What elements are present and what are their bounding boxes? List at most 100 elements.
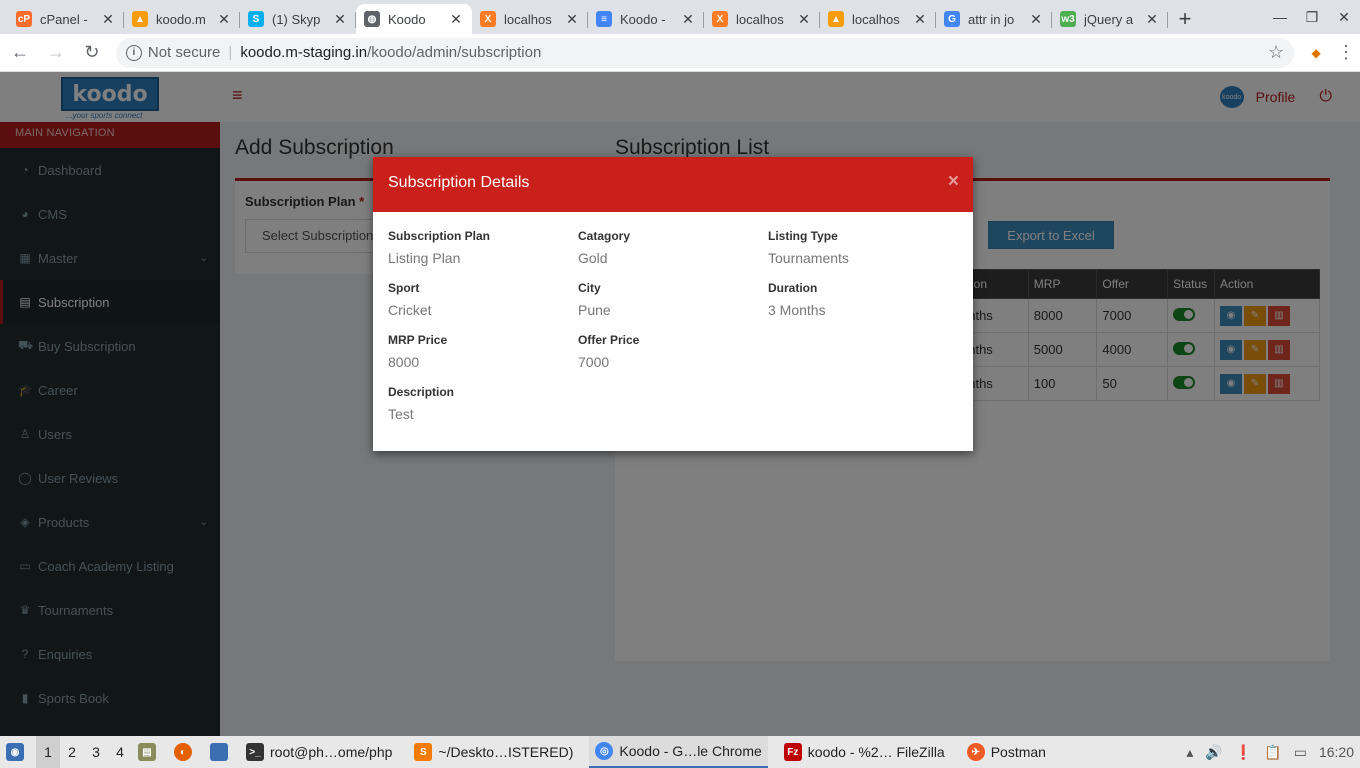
field-category: Catagory Gold <box>578 229 763 266</box>
filezilla-icon: Fz <box>783 743 802 761</box>
taskbar-window-label: koodo - %2… FileZilla <box>807 744 945 760</box>
clipboard-icon[interactable]: 📋 <box>1264 744 1281 761</box>
volume-icon[interactable]: 🔊 <box>1205 744 1222 761</box>
terminal-icon: >_ <box>246 743 264 761</box>
scroll-indicator-icon[interactable]: ▴ <box>1186 744 1193 761</box>
extension-icon[interactable]: ◆ <box>1300 37 1332 69</box>
workspace-button[interactable]: 3 <box>84 736 108 768</box>
tab-title: attr in jo <box>968 11 1015 27</box>
sublime-icon: S <box>414 743 433 761</box>
notification-icon[interactable]: ❗ <box>1235 744 1252 761</box>
field-label: Catagory <box>578 229 631 243</box>
tab-close-icon[interactable]: ✕ <box>332 11 348 28</box>
show-desktop-icon <box>210 743 228 761</box>
phpmyadmin-icon: ▲ <box>132 11 148 27</box>
firefox-icon[interactable]: ◐ <box>168 736 204 768</box>
start-menu-icon[interactable]: ◉ <box>0 736 36 768</box>
browser-tab[interactable]: ◍ Koodo ✕ <box>356 4 472 34</box>
address-bar: ← → ↻ i Not secure | koodo.m-staging.in … <box>0 34 1360 72</box>
workspace-button[interactable]: 1 <box>36 736 60 768</box>
browser-tab[interactable]: Gattr in jo ✕ <box>936 4 1052 34</box>
field-listing-type: Listing Type Tournaments <box>768 229 953 266</box>
xampp-icon: X <box>712 11 728 27</box>
cpanel-icon: cP <box>16 11 32 27</box>
url-separator: | <box>228 44 233 61</box>
close-icon[interactable]: × <box>948 171 959 193</box>
taskbar-window[interactable]: >_ root@ph…ome/php <box>240 736 398 768</box>
field-label: Subscription Plan <box>388 229 491 243</box>
tab-close-icon[interactable]: ✕ <box>680 11 696 28</box>
forward-icon[interactable]: → <box>40 37 72 69</box>
google-icon: G <box>944 11 960 27</box>
chrome-icon: ◎ <box>595 742 614 760</box>
field-sport: Sport Cricket <box>388 281 573 318</box>
tab-title: jQuery a <box>1084 11 1134 27</box>
taskbar-window[interactable]: Fz koodo - %2… FileZilla <box>778 736 951 768</box>
taskbar-window[interactable]: ◎ Koodo - G…le Chrome <box>589 736 768 768</box>
taskbar-window-label: root@ph…ome/php <box>270 744 393 760</box>
back-icon[interactable]: ← <box>4 37 36 69</box>
display-icon[interactable]: ▭ <box>1294 744 1307 761</box>
tab-title: Koodo - <box>620 11 666 27</box>
clock: 16:20 <box>1318 744 1354 760</box>
field-mrp-price: MRP Price 8000 <box>388 333 573 370</box>
tab-strip: cP cPanel - ✕ ▲ koodo.m ✕ S (1) Skyp ✕ ◍ Koodo ✕ Xlo… <box>0 0 1168 34</box>
taskbar-window[interactable]: ✈ Postman <box>961 736 1052 768</box>
workspace-button[interactable]: 2 <box>60 736 84 768</box>
field-duration: Duration 3 Months <box>768 281 953 318</box>
field-value: Gold <box>578 250 608 266</box>
subscription-details-modal: Subscription Details × Subscription Plan… <box>373 157 973 451</box>
modal-title: Subscription Details <box>388 174 530 191</box>
files-icon: ▤ <box>138 743 156 761</box>
field-label: Sport <box>388 281 420 295</box>
browser-tab[interactable]: Xlocalhos ✕ <box>472 4 588 34</box>
tab-title: koodo.m <box>156 11 206 27</box>
browser-tab[interactable]: ▲ localhos ✕ <box>820 4 936 34</box>
field-value: Cricket <box>388 302 432 318</box>
field-label: Listing Type <box>768 229 838 243</box>
browser-tab[interactable]: Xlocalhos ✕ <box>704 4 820 34</box>
tab-close-icon[interactable]: ✕ <box>1028 11 1044 28</box>
tab-close-icon[interactable]: ✕ <box>564 11 580 28</box>
tab-title: Koodo <box>388 11 426 27</box>
restore-icon[interactable]: ❐ <box>1296 0 1328 34</box>
field-description: Description Test <box>388 385 573 422</box>
postman-icon: ✈ <box>966 743 985 761</box>
browser-tab[interactable]: S (1) Skyp ✕ <box>240 4 356 34</box>
browser-tab[interactable]: cP cPanel - ✕ <box>8 4 124 34</box>
minimize-icon[interactable]: — <box>1264 0 1296 34</box>
workspace-button[interactable]: 4 <box>108 736 132 768</box>
close-window-icon[interactable]: ✕ <box>1328 0 1360 34</box>
browser-tab[interactable]: w3 jQuery a ✕ <box>1052 4 1168 34</box>
browser-menu-icon[interactable]: ⋮ <box>1332 37 1360 69</box>
info-icon[interactable]: i <box>125 44 142 61</box>
desktop-icon[interactable] <box>204 736 240 768</box>
reload-icon[interactable]: ↻ <box>76 37 108 69</box>
tab-close-icon[interactable]: ✕ <box>448 11 464 28</box>
browser-tab[interactable]: ▲ koodo.m ✕ <box>124 4 240 34</box>
bookmark-star-icon[interactable]: ☆ <box>1268 42 1284 63</box>
taskbar-window[interactable]: S ~/Deskto…ISTERED) <box>408 736 579 768</box>
taskbar-window-label: ~/Deskto…ISTERED) <box>438 744 574 760</box>
field-label: Duration <box>768 281 818 295</box>
browser-tab-bar: cP cPanel - ✕ ▲ koodo.m ✕ S (1) Skyp ✕ ◍ Koodo ✕ Xlo… <box>0 0 1360 34</box>
tab-close-icon[interactable]: ✕ <box>100 11 116 28</box>
url-input[interactable]: i Not secure | koodo.m-staging.in /koodo… <box>115 37 1295 68</box>
browser-tab[interactable]: ≡ Koodo - ✕ <box>588 4 704 34</box>
field-value: Tournaments <box>768 250 849 266</box>
tab-close-icon[interactable]: ✕ <box>796 11 812 28</box>
new-tab-button[interactable]: + <box>1168 4 1202 34</box>
docs-icon: ≡ <box>596 11 612 27</box>
system-tray: ▴ 🔊 ❗ 📋 ▭ 16:20 <box>1180 744 1360 761</box>
field-value: 8000 <box>388 354 420 370</box>
tab-close-icon[interactable]: ✕ <box>216 11 232 28</box>
tab-close-icon[interactable]: ✕ <box>912 11 928 28</box>
file-manager-icon[interactable]: ▤ <box>132 736 168 768</box>
not-secure-label[interactable]: Not secure <box>148 44 221 61</box>
tab-title: (1) Skyp <box>272 11 321 27</box>
url-path: /koodo/admin/subscription <box>367 44 542 61</box>
tab-title: localhos <box>504 11 552 27</box>
field-value: Test <box>388 406 414 422</box>
tab-close-icon[interactable]: ✕ <box>1144 11 1160 28</box>
url-host: koodo.m-staging.in <box>240 44 368 61</box>
